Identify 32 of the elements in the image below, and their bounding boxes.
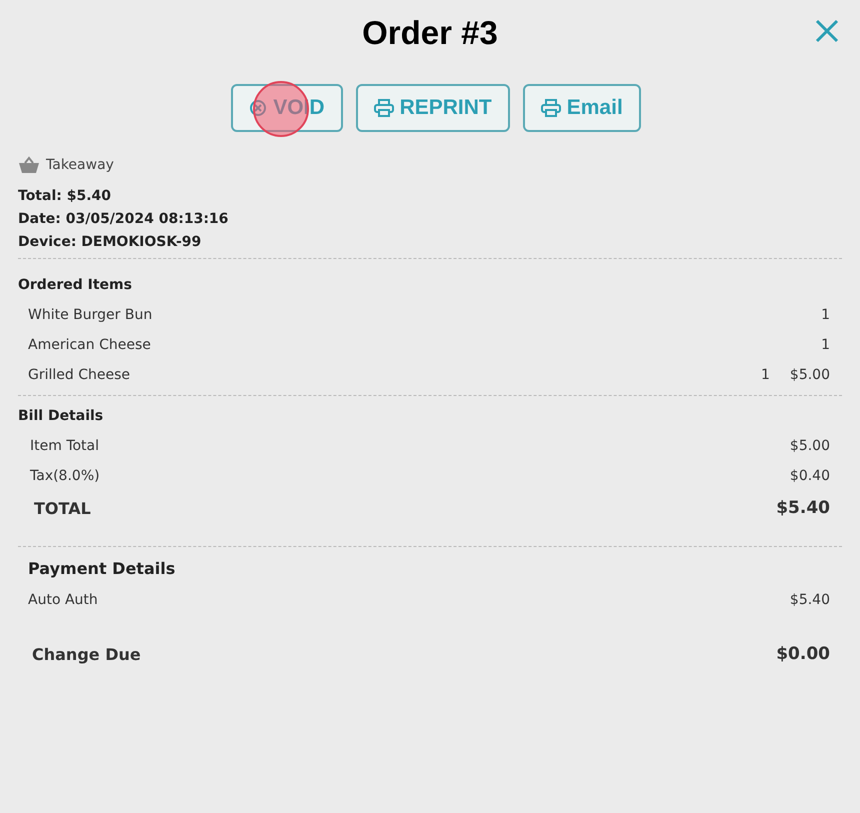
line-value: $0.40 bbox=[790, 468, 830, 484]
total-value: $0.00 bbox=[776, 644, 830, 664]
section-heading: Ordered Items bbox=[18, 277, 133, 293]
basket-icon bbox=[18, 156, 40, 174]
line-label: Tax(8.0%) bbox=[30, 468, 101, 484]
action-button[interactable]: REPRINT bbox=[356, 84, 510, 132]
summary-line: Total: $5.40 bbox=[18, 188, 112, 204]
line-label: Auto Auth bbox=[28, 592, 99, 608]
summary-line: Device: DEMOKIOSK-99 bbox=[18, 234, 202, 250]
printer-icon bbox=[540, 99, 561, 117]
item-quantity: 1 bbox=[821, 337, 830, 353]
item-quantity: 1 bbox=[760, 367, 770, 383]
order-type: Takeaway bbox=[46, 157, 114, 173]
line-value: $5.00 bbox=[790, 438, 830, 454]
item-price: $5.00 bbox=[790, 367, 830, 383]
action-button[interactable]: Email bbox=[522, 84, 641, 132]
summary-line: Date: 03/05/2024 08:13:16 bbox=[18, 211, 230, 227]
section-heading: Payment Details bbox=[28, 559, 176, 578]
total-value: $5.40 bbox=[776, 498, 830, 518]
total-label: Change Due bbox=[32, 644, 142, 664]
order-title: Order #3 bbox=[362, 14, 498, 52]
item-quantity: 1 bbox=[821, 307, 830, 323]
total-label: TOTAL bbox=[34, 498, 92, 518]
line-label: Item Total bbox=[30, 438, 100, 454]
line-value: $5.40 bbox=[790, 592, 830, 608]
item-name: Grilled Cheese bbox=[28, 367, 132, 383]
item-name: American Cheese bbox=[28, 337, 152, 353]
section-heading: Bill Details bbox=[18, 408, 104, 424]
item-name: White Burger Bun bbox=[28, 307, 154, 323]
close-icon bbox=[814, 18, 840, 44]
cancel-icon bbox=[249, 99, 268, 117]
printer-icon bbox=[374, 99, 394, 117]
